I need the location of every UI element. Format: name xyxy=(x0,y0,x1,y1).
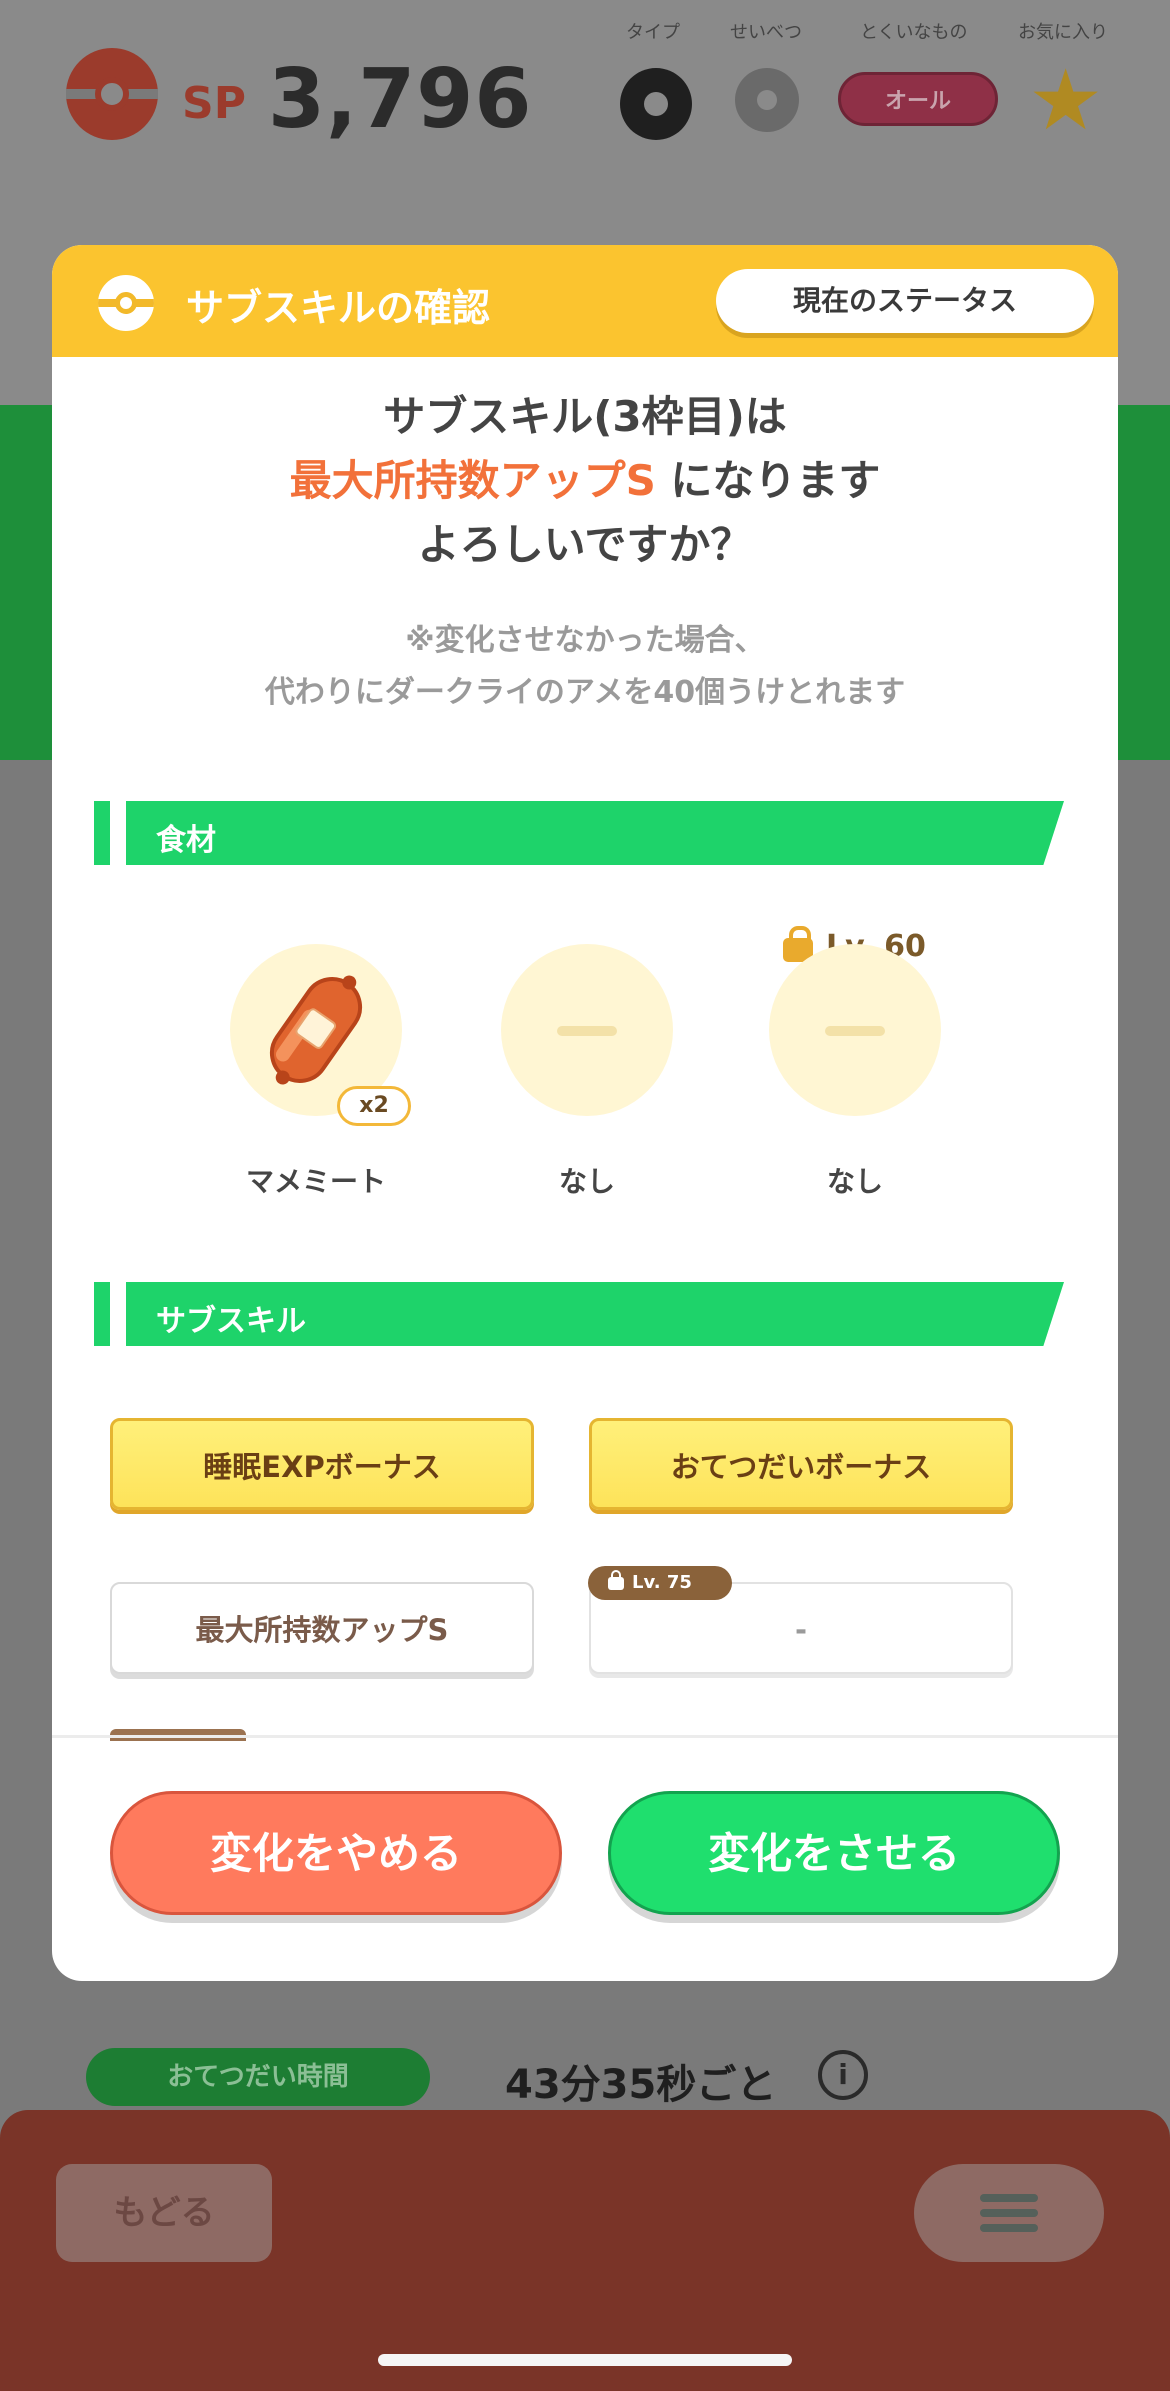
ingredient-slot-3 xyxy=(769,944,941,1116)
note-line-2: 代わりにダークライのアメを40個うけとれます xyxy=(264,675,906,710)
sp-value: 3,796 xyxy=(268,52,533,147)
filter-favorite-label: お気に入り xyxy=(1018,22,1108,43)
current-status-button[interactable]: 現在のステータス xyxy=(716,269,1094,333)
ingredient-name-2: なし xyxy=(558,1165,615,1198)
new-subskill-name: 最大所持数アップS xyxy=(289,456,656,505)
dialog-title: サブスキルの確認 xyxy=(186,286,491,330)
lock-icon xyxy=(608,1570,624,1590)
subskills-section-title: サブスキル xyxy=(156,1304,306,1339)
subskill-slot-2[interactable]: おてつだいボーナス xyxy=(589,1418,1013,1510)
filter-type-label: タイプ xyxy=(626,22,680,43)
ingredients-section-header: 食材 xyxy=(94,801,1064,865)
subskill-slot-3[interactable]: 最大所持数アップS xyxy=(110,1582,534,1674)
dialog-header: サブスキルの確認 現在のステータス xyxy=(52,245,1118,357)
back-button[interactable]: もどる xyxy=(56,2164,272,2262)
menu-button[interactable] xyxy=(914,2164,1104,2262)
cancel-change-button[interactable]: 変化をやめる xyxy=(110,1791,562,1915)
ingredient-slot-2 xyxy=(501,944,673,1116)
info-icon[interactable]: i xyxy=(818,2050,868,2100)
ingredients-section-title: 食材 xyxy=(156,823,216,858)
subskill-slot-1[interactable]: 睡眠EXPボーナス xyxy=(110,1418,534,1510)
ingredient-count-badge: x2 xyxy=(337,1086,411,1126)
subskill-confirm-dialog: サブスキルの確認 現在のステータス サブスキル(3枠目)は 最大所持数アップS … xyxy=(52,245,1118,1981)
hamburger-icon xyxy=(980,2194,1038,2202)
subskill-unlock-level: Lv. 75 xyxy=(588,1566,732,1600)
question-line-3: よろしいですか？ xyxy=(417,520,753,569)
pokeball-icon xyxy=(66,48,158,140)
filter-specialty-label: とくいなもの xyxy=(860,22,968,43)
specialty-filter-button[interactable]: オール xyxy=(838,72,998,126)
home-indicator[interactable] xyxy=(378,2354,792,2366)
filter-gender-label: せいべつ xyxy=(730,22,802,43)
subskills-section-header: サブスキル xyxy=(94,1282,1064,1346)
sp-label: SP xyxy=(182,78,246,129)
footer-divider xyxy=(52,1735,1118,1738)
ingredient-name-3: なし xyxy=(826,1165,883,1198)
favorite-star-icon[interactable]: ★ xyxy=(1028,58,1103,142)
help-time-label: おてつだい時間 xyxy=(86,2048,430,2106)
empty-slot-dash xyxy=(557,1026,617,1036)
question-line-1: サブスキル(3枠目)は xyxy=(383,392,787,441)
pokeball-icon xyxy=(98,275,154,331)
gender-icon[interactable] xyxy=(735,68,799,132)
confirm-change-button[interactable]: 変化をさせる xyxy=(608,1791,1060,1915)
dark-type-icon[interactable] xyxy=(620,68,692,140)
help-time-value: 43分35秒ごと xyxy=(505,2062,777,2108)
ingredient-name-1: マメミート xyxy=(245,1165,386,1198)
note-line-1: ※変化させなかった場合、 xyxy=(405,623,765,658)
empty-slot-dash xyxy=(825,1026,885,1036)
question-line-2: 最大所持数アップS になります xyxy=(289,456,881,505)
